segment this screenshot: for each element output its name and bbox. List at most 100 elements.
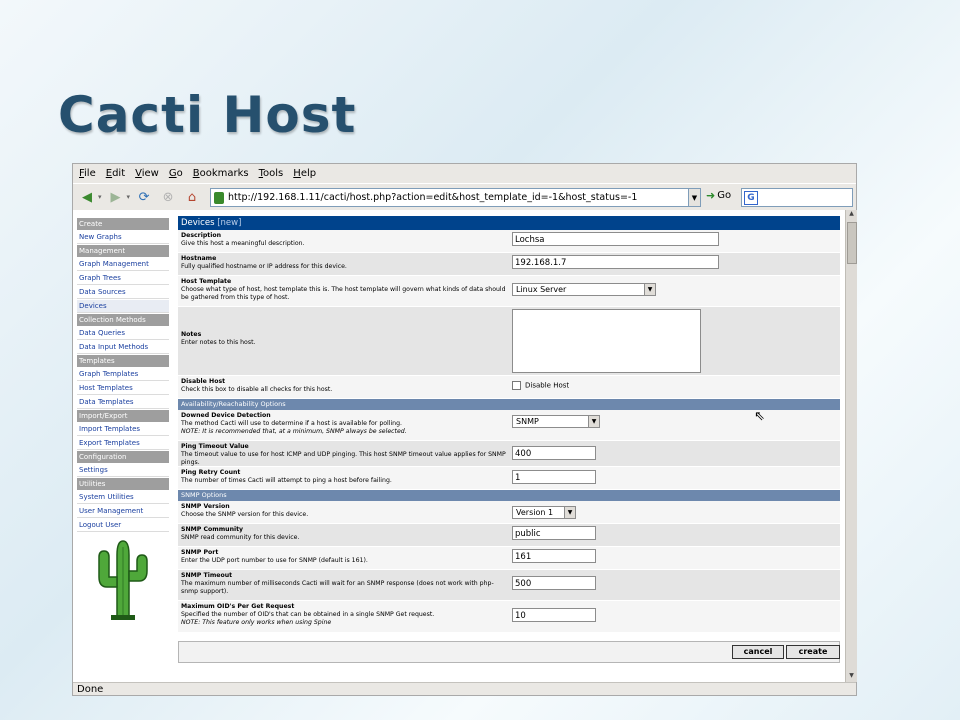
disable-host-label: Disable Host <box>181 378 226 385</box>
row-description: Description Give this host a meaningful d… <box>178 230 840 253</box>
hostname-input[interactable]: 192.168.1.7 <box>512 255 719 269</box>
go-arrow-icon: ➜ <box>706 189 716 202</box>
back-dropdown-icon[interactable]: ▾ <box>98 193 102 201</box>
navigation-toolbar: ◀ ▾ ▶ ▾ ⟳ ⊗ ⌂ http://192.168.1.11/cacti/ho… <box>73 183 856 211</box>
sidebar-item-data-sources[interactable]: Data Sources <box>77 286 169 299</box>
menu-bar: File Edit View Go Bookmarks Tools Help <box>73 164 856 183</box>
menu-bookmarks[interactable]: Bookmarks <box>193 168 249 179</box>
ping-timeout-input[interactable]: 400 <box>512 446 596 460</box>
sidebar-header-management: Management <box>77 245 169 257</box>
menu-go[interactable]: Go <box>169 168 183 179</box>
chevron-down-icon[interactable]: ▼ <box>588 416 599 427</box>
disable-host-checkbox[interactable] <box>512 381 521 390</box>
row-max-oids: Maximum OID's Per Get Request Specified t… <box>178 601 840 633</box>
slide-title: Cacti Host <box>58 86 357 144</box>
sidebar-item-graph-templates[interactable]: Graph Templates <box>77 368 169 381</box>
ping-retry-help: The number of times Cacti will attempt t… <box>181 477 392 484</box>
menu-file[interactable]: File <box>79 168 96 179</box>
search-box[interactable]: G <box>741 188 853 207</box>
disable-host-checkbox-label: Disable Host <box>525 381 570 390</box>
form-action-bar: cancel create <box>178 641 840 663</box>
address-bar[interactable]: http://192.168.1.11/cacti/host.php?actio… <box>210 188 701 207</box>
sidebar-item-export-templates[interactable]: Export Templates <box>77 437 169 450</box>
chevron-down-icon[interactable]: ▼ <box>644 284 655 295</box>
sidebar-item-settings[interactable]: Settings <box>77 464 169 477</box>
sidebar-item-new-graphs[interactable]: New Graphs <box>77 231 169 244</box>
status-bar: Done <box>73 682 856 697</box>
notes-label: Notes <box>181 331 202 338</box>
description-help: Give this host a meaningful description. <box>181 240 305 247</box>
form-title: Devices <box>181 218 215 228</box>
max-oids-note: NOTE: This feature only works when using… <box>181 619 332 626</box>
notes-textarea[interactable] <box>512 309 701 373</box>
snmp-community-label: SNMP Community <box>181 526 244 533</box>
stop-icon[interactable]: ⊗ <box>158 187 178 207</box>
back-arrow-icon[interactable]: ◀ <box>77 187 97 207</box>
url-text[interactable]: http://192.168.1.11/cacti/host.php?actio… <box>228 192 637 203</box>
host-template-value: Linux Server <box>516 285 567 294</box>
snmp-version-select[interactable]: Version 1 ▼ <box>512 506 576 519</box>
scroll-thumb[interactable] <box>847 222 857 264</box>
cactus-logo-icon <box>98 540 148 620</box>
row-notes: Notes Enter notes to this host. <box>178 307 840 376</box>
snmp-community-help: SNMP read community for this device. <box>181 534 300 541</box>
hostname-help: Fully qualified hostname or IP address f… <box>181 263 347 270</box>
sidebar-item-data-queries[interactable]: Data Queries <box>77 327 169 340</box>
page-content: Create New Graphs Management Graph Manageme… <box>73 210 845 682</box>
hostname-label: Hostname <box>181 255 217 262</box>
menu-help[interactable]: Help <box>293 168 316 179</box>
sidebar-item-logout-user[interactable]: Logout User <box>77 519 169 532</box>
sidebar-header-create: Create <box>77 218 169 230</box>
menu-view[interactable]: View <box>135 168 159 179</box>
sidebar-item-import-templates[interactable]: Import Templates <box>77 423 169 436</box>
sidebar-item-devices[interactable]: Devices <box>77 300 169 313</box>
forward-dropdown-icon[interactable]: ▾ <box>127 193 131 201</box>
scroll-down-icon[interactable]: ▼ <box>846 672 857 682</box>
menu-tools[interactable]: Tools <box>259 168 284 179</box>
row-ping-retry: Ping Retry Count The number of times Cact… <box>178 467 840 490</box>
row-snmp-port: SNMP Port Enter the UDP port number to us… <box>178 547 840 570</box>
chevron-down-icon[interactable]: ▼ <box>564 507 575 518</box>
row-disable-host: Disable Host Check this box to disable al… <box>178 376 840 399</box>
create-button[interactable]: create <box>786 645 840 659</box>
google-search-icon[interactable]: G <box>744 190 758 205</box>
cancel-button[interactable]: cancel <box>732 645 784 659</box>
snmp-version-value: Version 1 <box>516 508 554 517</box>
downed-detection-help: The method Cacti will use to determine i… <box>181 420 403 427</box>
row-snmp-community: SNMP Community SNMP read community for th… <box>178 524 840 547</box>
sidebar-item-user-management[interactable]: User Management <box>77 505 169 518</box>
sidebar-item-graph-trees[interactable]: Graph Trees <box>77 272 169 285</box>
sidebar-item-graph-management[interactable]: Graph Management <box>77 258 169 271</box>
host-template-select[interactable]: Linux Server ▼ <box>512 283 656 296</box>
sidebar-item-data-input-methods[interactable]: Data Input Methods <box>77 341 169 354</box>
vertical-scrollbar[interactable]: ▲ ▼ <box>845 210 857 682</box>
max-oids-label: Maximum OID's Per Get Request <box>181 603 295 610</box>
cacti-sidebar: Create New Graphs Management Graph Manageme… <box>77 218 169 533</box>
url-dropdown-icon[interactable]: ▼ <box>688 188 701 207</box>
sidebar-item-system-utilities[interactable]: System Utilities <box>77 491 169 504</box>
sidebar-item-data-templates[interactable]: Data Templates <box>77 396 169 409</box>
snmp-community-input[interactable]: public <box>512 526 596 540</box>
description-input[interactable]: Lochsa <box>512 232 719 246</box>
home-icon[interactable]: ⌂ <box>182 187 202 207</box>
mouse-cursor-icon: ⇖ <box>754 409 765 424</box>
snmp-port-input[interactable]: 161 <box>512 549 596 563</box>
forward-arrow-icon[interactable]: ▶ <box>106 187 126 207</box>
menu-edit[interactable]: Edit <box>106 168 125 179</box>
snmp-timeout-input[interactable]: 500 <box>512 576 596 590</box>
sidebar-item-host-templates[interactable]: Host Templates <box>77 382 169 395</box>
reload-icon[interactable]: ⟳ <box>134 187 154 207</box>
max-oids-help: Specified the number of OID's that can b… <box>181 611 435 618</box>
row-host-template: Host Template Choose what type of host, h… <box>178 276 840 307</box>
row-snmp-version: SNMP Version Choose the SNMP version for … <box>178 501 840 524</box>
downed-detection-select[interactable]: SNMP ▼ <box>512 415 600 428</box>
snmp-port-help: Enter the UDP port number to use for SNM… <box>181 557 368 564</box>
form-title-bar: Devices [new] <box>178 216 840 230</box>
downed-detection-label: Downed Device Detection <box>181 412 271 419</box>
snmp-timeout-label: SNMP Timeout <box>181 572 233 579</box>
go-button[interactable]: ➜ Go <box>706 189 731 202</box>
max-oids-input[interactable]: 10 <box>512 608 596 622</box>
scroll-up-icon[interactable]: ▲ <box>846 210 857 220</box>
row-downed-detection: Downed Device Detection The method Cacti … <box>178 410 840 441</box>
ping-retry-input[interactable]: 1 <box>512 470 596 484</box>
